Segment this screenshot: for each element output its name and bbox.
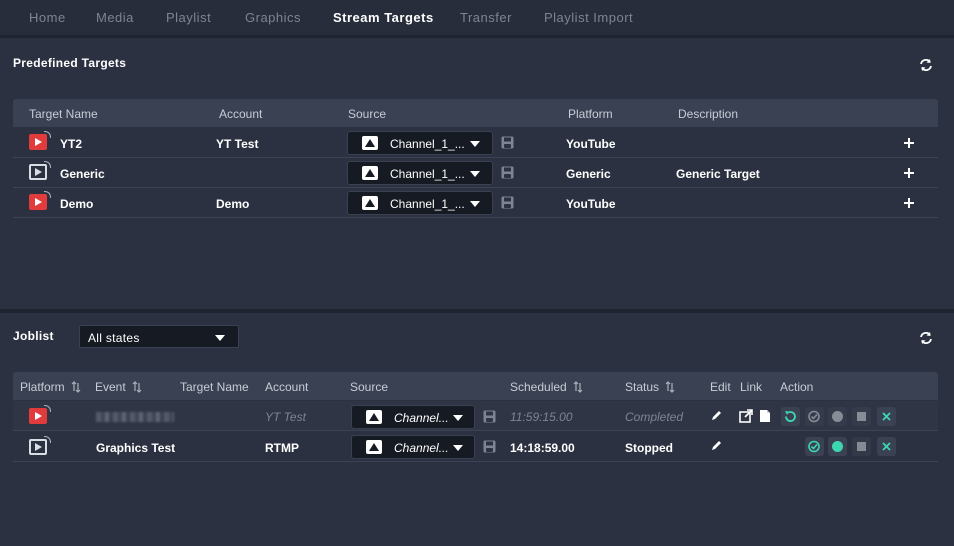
job-account: RTMP	[265, 441, 299, 455]
col-target-name: Target Name	[180, 380, 249, 394]
target-name: Generic	[60, 167, 105, 181]
col-account: Account	[219, 107, 263, 121]
state-filter-dropdown[interactable]: All states	[79, 325, 239, 348]
target-platform: YouTube	[566, 197, 616, 211]
table-row: Demo Demo Channel_1_... YouTube	[13, 188, 938, 218]
channel-logo-icon	[362, 196, 378, 210]
save-icon[interactable]	[483, 410, 496, 423]
chevron-down-icon	[453, 415, 463, 421]
col-status[interactable]: Status	[625, 380, 675, 394]
col-description: Description	[678, 107, 739, 121]
target-name: YT2	[60, 137, 83, 151]
tab-playlist-import[interactable]: Playlist Import	[544, 10, 633, 25]
col-target-name: Target Name	[29, 107, 98, 121]
edit-pencil-icon[interactable]	[710, 439, 724, 453]
job-account: YT Test	[265, 410, 306, 424]
channel-logo-icon	[366, 440, 382, 454]
tab-stream-targets[interactable]: Stream Targets	[333, 10, 434, 25]
table-row: YT2 YT Test Channel_1_... YouTube	[13, 128, 938, 158]
col-action: Action	[780, 380, 814, 394]
refresh-targets-icon[interactable]	[918, 57, 934, 73]
source-dropdown[interactable]: Channel_1_...	[347, 161, 493, 185]
panel-divider	[0, 309, 954, 313]
stop-button[interactable]	[852, 437, 871, 456]
tab-playlist[interactable]: Playlist	[166, 10, 211, 25]
target-name: Demo	[60, 197, 94, 211]
job-event: Graphics Test	[96, 441, 176, 455]
target-account: YT Test	[216, 137, 259, 151]
sort-icon	[71, 381, 81, 393]
record-button[interactable]	[828, 437, 847, 456]
predefined-targets-title: Predefined Targets	[13, 56, 127, 70]
target-platform: Generic	[566, 167, 611, 181]
chevron-down-icon	[215, 335, 225, 341]
delete-x-icon[interactable]	[877, 407, 896, 426]
target-description: Generic Target	[676, 167, 760, 181]
youtube-icon	[29, 131, 51, 151]
tab-home[interactable]: Home	[29, 10, 66, 25]
job-scheduled: 14:18:59.00	[510, 441, 575, 455]
source-dropdown[interactable]: Channel_1_...	[347, 191, 493, 215]
save-icon[interactable]	[501, 136, 514, 149]
source-dropdown[interactable]: Channel_1_...	[347, 131, 493, 155]
source-dropdown[interactable]: Channel...	[351, 405, 475, 429]
target-account: Demo	[216, 197, 250, 211]
sort-icon	[665, 381, 675, 393]
col-link: Link	[740, 380, 763, 394]
col-platform: Platform	[568, 107, 613, 121]
channel-logo-icon	[362, 136, 378, 150]
add-job-plus-icon[interactable]	[903, 167, 917, 181]
tab-transfer[interactable]: Transfer	[460, 10, 512, 25]
col-source: Source	[350, 380, 389, 394]
chevron-down-icon	[470, 171, 480, 177]
youtube-icon	[29, 405, 51, 425]
col-account: Account	[265, 380, 309, 394]
channel-logo-icon	[362, 166, 378, 180]
col-platform[interactable]: Platform	[20, 380, 81, 394]
record-button[interactable]	[828, 407, 847, 426]
youtube-icon	[29, 191, 51, 211]
table-row: YT Test Channel... 11:59:15.00 Completed	[13, 401, 938, 431]
targets-table-header: Target Name Account Source Platform Desc…	[13, 99, 938, 127]
tab-media[interactable]: Media	[96, 10, 134, 25]
job-scheduled: 11:59:15.00	[510, 410, 573, 424]
save-icon[interactable]	[483, 440, 496, 453]
channel-logo-icon	[366, 410, 382, 424]
stop-button[interactable]	[852, 407, 871, 426]
chevron-down-icon	[470, 141, 480, 147]
refresh-joblist-icon[interactable]	[918, 330, 934, 346]
generic-stream-icon	[29, 161, 51, 181]
source-dropdown[interactable]: Channel...	[351, 435, 475, 459]
save-icon[interactable]	[501, 166, 514, 179]
external-link-icon[interactable]	[739, 409, 753, 423]
target-platform: YouTube	[566, 137, 616, 151]
restart-button[interactable]	[781, 407, 800, 426]
add-job-plus-icon[interactable]	[903, 137, 917, 151]
col-event[interactable]: Event	[95, 380, 142, 394]
top-navigation: Home Media Playlist Graphics Stream Targ…	[0, 0, 954, 38]
job-status: Completed	[625, 410, 684, 424]
chevron-down-icon	[453, 445, 463, 451]
save-icon[interactable]	[501, 196, 514, 209]
job-status: Stopped	[625, 441, 673, 455]
edit-pencil-icon[interactable]	[710, 409, 724, 423]
blurred-event-name	[96, 412, 174, 422]
delete-x-icon[interactable]	[877, 437, 896, 456]
generic-stream-icon	[29, 436, 51, 456]
table-row: Generic Channel_1_... Generic Generic Ta…	[13, 158, 938, 188]
tab-graphics[interactable]: Graphics	[245, 10, 301, 25]
schedule-start-button[interactable]	[805, 437, 824, 456]
schedule-start-button[interactable]	[805, 407, 824, 426]
joblist-title: Joblist	[13, 329, 54, 343]
table-row: Graphics Test RTMP Channel... 14:18:59.0…	[13, 432, 938, 462]
col-source: Source	[348, 107, 387, 121]
file-icon[interactable]	[759, 409, 773, 423]
joblist-table-header: Platform Event Target Name Account Sourc…	[13, 372, 938, 400]
col-edit: Edit	[710, 380, 731, 394]
col-scheduled[interactable]: Scheduled	[510, 380, 583, 394]
sort-icon	[573, 381, 583, 393]
add-job-plus-icon[interactable]	[903, 197, 917, 211]
sort-icon	[132, 381, 142, 393]
chevron-down-icon	[470, 201, 480, 207]
